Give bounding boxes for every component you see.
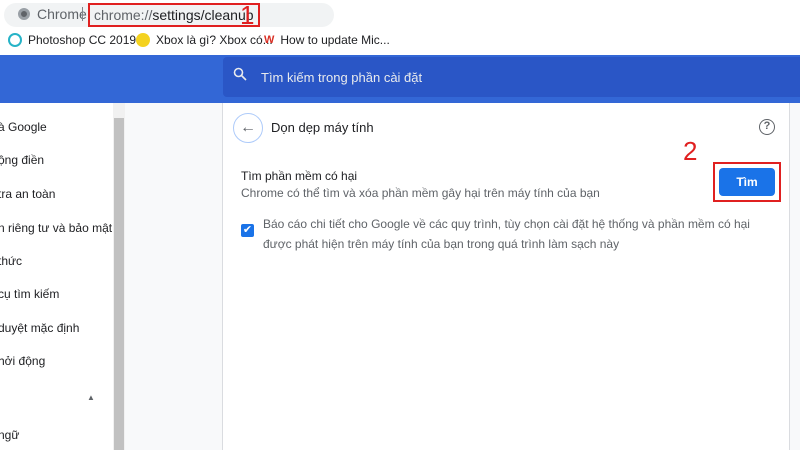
bookmark-label: Xbox là gì? Xbox có... <box>156 33 273 47</box>
sidebar-item-default-browser[interactable]: duyệt mặc định <box>0 321 79 335</box>
help-icon[interactable]: ? <box>759 119 775 135</box>
section-description: Chrome có thể tìm và xóa phần mềm gây hạ… <box>241 186 600 200</box>
checkmark-icon: ✔ <box>242 224 253 236</box>
site-label: Chrome <box>37 6 87 22</box>
search-icon <box>233 67 247 81</box>
url-path: settings/cleanup <box>152 7 254 23</box>
annotation-step-1: 1 <box>240 0 255 30</box>
find-button[interactable]: Tìm <box>719 168 775 196</box>
annotation-step-2: 2 <box>683 136 698 166</box>
sidebar-item-on-startup[interactable]: hởi động <box>0 354 45 368</box>
sidebar-item-search-engine[interactable]: cụ tìm kiếm <box>0 287 59 301</box>
section-title: Tìm phần mềm có hại <box>241 169 358 183</box>
report-checkbox[interactable]: ✔ <box>241 224 254 237</box>
bookmark-photoshop[interactable]: Photoshop CC 2019... <box>8 33 146 47</box>
cleanup-card: ← Dọn dẹp máy tính ? 2 Tìm phần mềm có h… <box>222 103 790 450</box>
divider <box>82 7 83 21</box>
sidebar-item-languages[interactable]: ngữ <box>0 428 19 442</box>
chrome-icon <box>18 8 30 20</box>
bookmark-label: Photoshop CC 2019... <box>28 33 147 47</box>
back-button[interactable]: ← <box>233 113 263 143</box>
bookmark-xbox[interactable]: Xbox là gì? Xbox có... <box>136 33 273 47</box>
scrollbar-thumb[interactable] <box>114 118 124 450</box>
browser-toolbar: Chrome chrome://settings/cleanup 1 <box>0 0 800 30</box>
search-placeholder: Tìm kiếm trong phần cài đặt <box>261 70 423 85</box>
sidebar-item-privacy[interactable]: n riêng tư và bảo mật <box>0 221 112 235</box>
page-title: Dọn dẹp máy tính <box>271 120 374 135</box>
bookmark-favicon-icon <box>136 33 150 47</box>
bookmark-label: How to update Mic... <box>280 33 390 47</box>
bookmark-update[interactable]: W How to update Mic... <box>264 33 390 47</box>
arrow-left-icon: ← <box>240 119 256 136</box>
sidebar-item-you-and-google[interactable]: à Google <box>0 120 47 134</box>
bookmarks-bar: Photoshop CC 2019... Xbox là gì? Xbox có… <box>0 28 800 55</box>
url-prefix: chrome:// <box>94 7 153 23</box>
bookmark-favicon-icon <box>8 33 22 47</box>
bookmark-favicon-icon: W <box>264 34 275 46</box>
highlight-box: Tìm <box>713 162 781 202</box>
settings-sidebar: à Google ộng điền tra an toàn n riêng tư… <box>0 103 113 450</box>
address-url[interactable]: chrome://settings/cleanup <box>88 3 260 27</box>
sidebar-item-appearance[interactable]: thức <box>0 254 22 268</box>
settings-search-input[interactable]: Tìm kiếm trong phần cài đặt <box>223 57 800 97</box>
collapse-arrow-icon[interactable]: ▲ <box>87 393 95 402</box>
sidebar-item-safety-check[interactable]: tra an toàn <box>0 187 55 201</box>
checkbox-label: Báo cáo chi tiết cho Google về các quy t… <box>263 217 750 251</box>
sidebar-item-autofill[interactable]: ộng điền <box>0 153 44 167</box>
